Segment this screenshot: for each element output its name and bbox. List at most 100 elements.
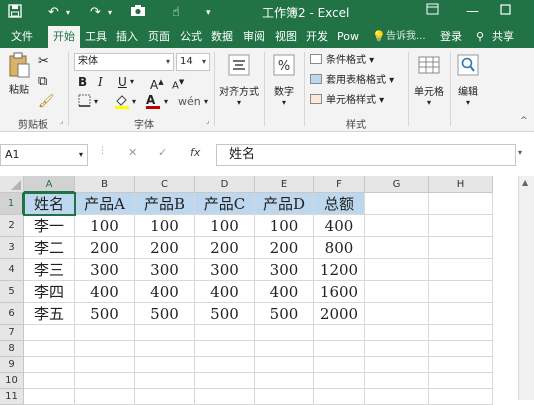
cell-e7[interactable] — [255, 325, 314, 341]
cell-b2[interactable]: 100 — [75, 215, 135, 237]
row-header-6[interactable]: 6 — [0, 303, 24, 325]
cell-e8[interactable] — [255, 341, 314, 357]
worksheet-grid[interactable]: A B C D E F G H 1 姓名 产品A 产品B 产品C 产品D 总额 2 李一 100 100 100 100… — [0, 176, 534, 405]
row-header-1[interactable]: 1 — [0, 193, 24, 215]
cell-a6[interactable]: 李五 — [24, 303, 75, 325]
enter-icon[interactable]: ✓ — [158, 146, 167, 159]
cell-g10[interactable] — [365, 373, 429, 389]
cut-icon[interactable]: ✂ — [38, 54, 49, 69]
tab-developer[interactable]: 开发 — [302, 26, 332, 48]
cell-b8[interactable] — [75, 341, 135, 357]
row-header-8[interactable]: 8 — [0, 341, 24, 357]
cell-b11[interactable] — [75, 389, 135, 405]
cell-d5[interactable]: 400 — [195, 281, 255, 303]
cell-h5[interactable] — [429, 281, 493, 303]
cell-g1[interactable] — [365, 193, 429, 215]
undo-icon[interactable]: ↶ — [48, 4, 59, 22]
minimize-icon[interactable]: — — [466, 2, 479, 22]
select-all-corner[interactable] — [0, 176, 24, 193]
cell-c5[interactable]: 400 — [135, 281, 195, 303]
cell-d4[interactable]: 300 — [195, 259, 255, 281]
row-header-11[interactable]: 11 — [0, 389, 24, 405]
cell-d7[interactable] — [195, 325, 255, 341]
tab-formulas[interactable]: 公式 — [176, 26, 206, 48]
column-header-a[interactable]: A — [24, 176, 75, 193]
cell-a2[interactable]: 李一 — [24, 215, 75, 237]
number-format-button[interactable]: % 数字 ▾ — [266, 54, 302, 107]
cell-e6[interactable]: 500 — [255, 303, 314, 325]
cell-d2[interactable]: 100 — [195, 215, 255, 237]
redo-icon[interactable]: ↷ — [90, 4, 101, 22]
conditional-formatting-button[interactable]: 条件格式 ▾ — [310, 53, 374, 69]
row-header-5[interactable]: 5 — [0, 281, 24, 303]
cell-e1[interactable]: 产品D — [255, 193, 314, 215]
column-header-e[interactable]: E — [255, 176, 314, 193]
cell-a3[interactable]: 李二 — [24, 237, 75, 259]
column-header-f[interactable]: F — [314, 176, 365, 193]
cell-g8[interactable] — [365, 341, 429, 357]
cell-h7[interactable] — [429, 325, 493, 341]
cell-d9[interactable] — [195, 357, 255, 373]
row-header-10[interactable]: 10 — [0, 373, 24, 389]
cell-g5[interactable] — [365, 281, 429, 303]
cancel-icon[interactable]: ✕ — [128, 146, 137, 159]
cell-d8[interactable] — [195, 341, 255, 357]
underline-dropdown-icon[interactable]: ▾ — [130, 74, 134, 90]
cell-a11[interactable] — [24, 389, 75, 405]
cell-c3[interactable]: 200 — [135, 237, 195, 259]
borders-icon[interactable] — [78, 94, 91, 111]
cell-g11[interactable] — [365, 389, 429, 405]
maximize-icon[interactable] — [500, 2, 511, 22]
cell-g9[interactable] — [365, 357, 429, 373]
cell-h9[interactable] — [429, 357, 493, 373]
cell-c8[interactable] — [135, 341, 195, 357]
cell-f4[interactable]: 1200 — [314, 259, 365, 281]
column-header-b[interactable]: B — [75, 176, 135, 193]
clipboard-launcher-icon[interactable]: ⌟ — [60, 117, 63, 125]
tab-view[interactable]: 视图 — [271, 26, 301, 48]
shrink-font-button[interactable]: A▼ — [172, 74, 184, 94]
fill-color-dropdown-icon[interactable]: ▾ — [132, 94, 136, 110]
cell-h8[interactable] — [429, 341, 493, 357]
insert-function-button[interactable]: fx — [190, 146, 200, 159]
cell-c2[interactable]: 100 — [135, 215, 195, 237]
cell-a5[interactable]: 李四 — [24, 281, 75, 303]
cell-f3[interactable]: 800 — [314, 237, 365, 259]
format-as-table-button[interactable]: 套用表格格式 ▾ — [310, 73, 394, 89]
font-color-dropdown-icon[interactable]: ▾ — [164, 94, 168, 110]
alignment-button[interactable]: 对齐方式 ▾ — [216, 54, 262, 107]
cell-c7[interactable] — [135, 325, 195, 341]
cell-b5[interactable]: 400 — [75, 281, 135, 303]
cell-c6[interactable]: 500 — [135, 303, 195, 325]
underline-button[interactable]: U — [118, 74, 127, 90]
cell-f2[interactable]: 400 — [314, 215, 365, 237]
cell-d6[interactable]: 500 — [195, 303, 255, 325]
column-header-g[interactable]: G — [365, 176, 429, 193]
cell-g2[interactable] — [365, 215, 429, 237]
customize-toolbar-icon[interactable]: ▾ — [206, 4, 211, 22]
tab-file[interactable]: 文件 — [2, 26, 42, 48]
italic-button[interactable]: I — [98, 74, 103, 90]
phonetic-dropdown-icon[interactable]: ▾ — [204, 94, 208, 110]
formula-input[interactable]: 姓名 — [216, 144, 516, 166]
cell-e3[interactable]: 200 — [255, 237, 314, 259]
cell-d11[interactable] — [195, 389, 255, 405]
cell-b4[interactable]: 300 — [75, 259, 135, 281]
row-header-7[interactable]: 7 — [0, 325, 24, 341]
cell-e4[interactable]: 300 — [255, 259, 314, 281]
scroll-up-icon[interactable]: ▲ — [522, 178, 528, 187]
cell-e11[interactable] — [255, 389, 314, 405]
cells-button[interactable]: 单元格 ▾ — [410, 54, 448, 107]
grow-font-button[interactable]: A▲ — [150, 74, 164, 93]
cell-a1[interactable]: 姓名 — [24, 193, 75, 215]
cell-d1[interactable]: 产品C — [195, 193, 255, 215]
cell-c10[interactable] — [135, 373, 195, 389]
cell-f9[interactable] — [314, 357, 365, 373]
cell-a10[interactable] — [24, 373, 75, 389]
tab-tools[interactable]: 工具 — [82, 26, 110, 48]
cell-h6[interactable] — [429, 303, 493, 325]
row-header-2[interactable]: 2 — [0, 215, 24, 237]
cell-f6[interactable]: 2000 — [314, 303, 365, 325]
cell-h1[interactable] — [429, 193, 493, 215]
cell-e10[interactable] — [255, 373, 314, 389]
